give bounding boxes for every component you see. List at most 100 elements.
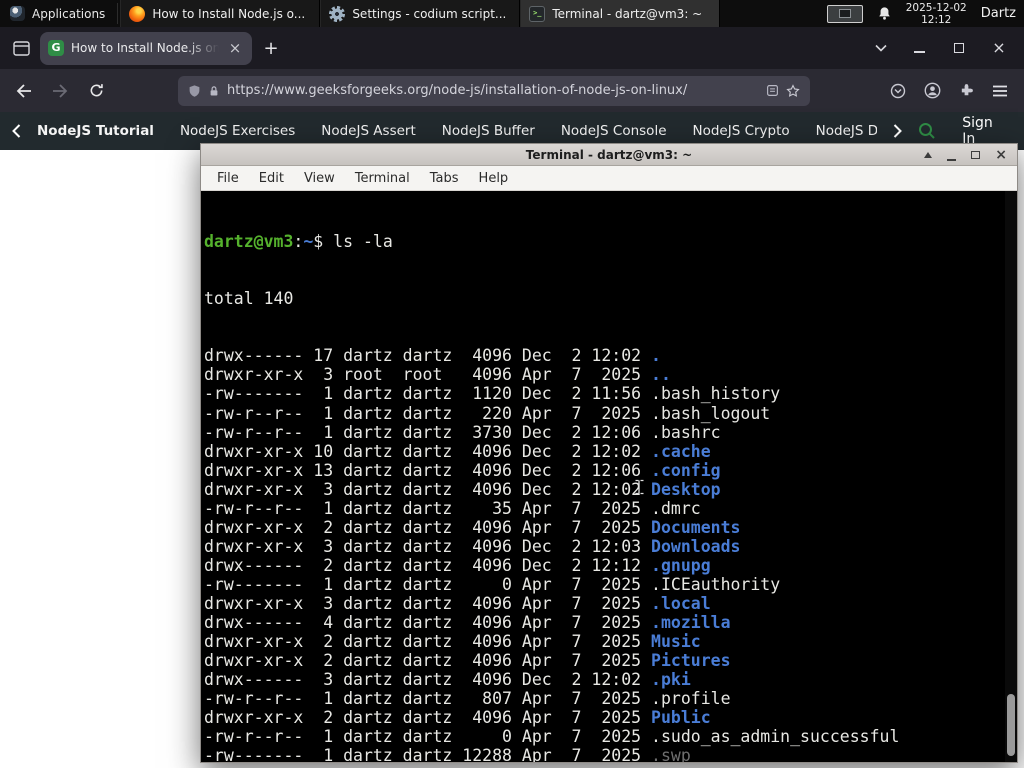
tab-title: How to Install Node.js on... xyxy=(71,41,219,55)
window-maximize-button[interactable] xyxy=(942,27,976,69)
menu-view[interactable]: View xyxy=(294,171,345,186)
terminal-maximize-icon[interactable] xyxy=(971,151,981,159)
listing-meta: drwxr-xr-x 2 dartz dartz 4096 Apr 7 2025 xyxy=(204,708,652,728)
terminal-listing-line: -rw-r--r-- 1 dartz dartz 220 Apr 7 2025 … xyxy=(204,404,1017,423)
listing-name: Pictures xyxy=(651,651,731,671)
reader-mode-icon[interactable] xyxy=(766,84,779,97)
menu-tabs[interactable]: Tabs xyxy=(420,171,469,186)
terminal-listing-line: drwx------ 17 dartz dartz 4096 Dec 2 12:… xyxy=(204,346,1017,365)
account-icon[interactable] xyxy=(918,77,946,105)
listing-name: .profile xyxy=(651,689,731,709)
site-nav-link[interactable]: NodeJS Tutorial xyxy=(37,123,154,139)
prompt-cwd: ~ xyxy=(303,232,314,252)
taskbar-button-label: How to Install Node.js o... xyxy=(152,6,306,21)
terminal-listing-line: drwx------ 4 dartz dartz 4096 Apr 7 2025… xyxy=(204,613,1017,632)
clock[interactable]: 2025-12-02 12:12 xyxy=(906,2,967,26)
geeksforgeeks-favicon: G xyxy=(48,40,64,56)
nav-chevron-right-icon[interactable] xyxy=(893,124,903,138)
terminal-scrollbar[interactable] xyxy=(1005,191,1017,762)
site-nav-link[interactable]: NodeJS Assert xyxy=(321,123,416,139)
listing-name: .sudo_as_admin_successful xyxy=(651,727,900,747)
site-nav-link[interactable]: NodeJS Crypto xyxy=(693,123,790,139)
listing-meta: drwx------ 2 dartz dartz 4096 Dec 2 12:1… xyxy=(204,555,652,575)
terminal-listing-line: drwxr-xr-x 2 dartz dartz 4096 Apr 7 2025… xyxy=(204,632,1017,651)
terminal-listing-line: -rw------- 1 dartz dartz 12288 Apr 7 202… xyxy=(204,746,1017,762)
listing-name: .. xyxy=(651,365,671,385)
firefox-view-icon[interactable] xyxy=(8,35,34,61)
listing-name: .bash_history xyxy=(651,384,781,404)
prompt-command: ls -la xyxy=(333,232,393,252)
terminal-listing-line: drwxr-xr-x 3 dartz dartz 4096 Dec 2 12:0… xyxy=(204,480,1017,499)
bookmark-star-icon[interactable] xyxy=(786,83,800,98)
prompt-userhost: dartz@vm3 xyxy=(204,232,294,252)
applications-label: Applications xyxy=(32,6,106,21)
window-close-button[interactable]: × xyxy=(982,27,1016,69)
listing-name: .bashrc xyxy=(651,422,721,442)
terminal-title: Terminal - dartz@vm3: ~ xyxy=(525,148,693,162)
window-minimize-button[interactable] xyxy=(902,27,936,69)
site-nav-link[interactable]: NodeJS Exercises xyxy=(180,123,295,139)
terminal-minimize-icon[interactable] xyxy=(947,159,957,161)
listing-meta: drwx------ 4 dartz dartz 4096 Apr 7 2025 xyxy=(204,613,652,633)
reload-button[interactable] xyxy=(82,77,110,105)
workspace-switcher[interactable] xyxy=(826,4,863,23)
listing-meta: -rw------- 1 dartz dartz 0 Apr 7 2025 xyxy=(204,574,652,594)
tab-close-icon[interactable]: × xyxy=(226,39,244,57)
site-nav-items: NodeJS Tutorial NodeJS Exercises NodeJS As… xyxy=(37,123,877,139)
listing-meta: drwx------ 17 dartz dartz 4096 Dec 2 12:… xyxy=(204,346,652,366)
list-all-tabs-icon[interactable] xyxy=(866,44,896,52)
listing-name: .swp xyxy=(651,746,691,762)
site-nav-link[interactable]: NodeJS DNS xyxy=(816,123,878,139)
toolbar-right-icons xyxy=(884,77,1014,105)
terminal-listing-line: drwxr-xr-x 3 dartz dartz 4096 Apr 7 2025… xyxy=(204,594,1017,613)
terminal-icon: >_ xyxy=(529,5,546,22)
menu-file[interactable]: File xyxy=(207,171,249,186)
site-nav-link[interactable]: NodeJS Buffer xyxy=(442,123,535,139)
menu-help[interactable]: Help xyxy=(469,171,519,186)
new-tab-button[interactable]: + xyxy=(258,35,284,61)
menu-terminal[interactable]: Terminal xyxy=(345,171,420,186)
listing-meta: -rw------- 1 dartz dartz 12288 Apr 7 202… xyxy=(204,746,652,762)
listing-name: Desktop xyxy=(651,479,721,499)
lock-icon[interactable] xyxy=(208,84,220,98)
search-icon[interactable] xyxy=(918,122,936,140)
extensions-icon[interactable] xyxy=(952,77,980,105)
url-bar[interactable]: https://www.geeksforgeeks.org/node-js/in… xyxy=(178,75,810,106)
applications-menu-button[interactable]: Applications xyxy=(0,0,115,27)
browser-tab[interactable]: G How to Install Node.js on... × xyxy=(40,31,252,65)
listing-name: .ICEauthority xyxy=(651,574,781,594)
prompt-colon: : xyxy=(293,232,304,252)
terminal-scrollbar-thumb[interactable] xyxy=(1007,694,1015,756)
browser-toolbar: https://www.geeksforgeeks.org/node-js/in… xyxy=(0,69,1024,112)
shield-icon[interactable] xyxy=(188,84,201,98)
menu-edit[interactable]: Edit xyxy=(249,171,294,186)
taskbar-button[interactable]: Settings - codium script... xyxy=(320,0,521,27)
notification-bell-icon[interactable] xyxy=(877,6,892,21)
taskbar-button[interactable]: >_ Terminal - dartz@vm3: ~ xyxy=(520,0,721,27)
terminal-listing-line: -rw-r--r-- 1 dartz dartz 0 Apr 7 2025 .s… xyxy=(204,727,1017,746)
terminal-titlebar-buttons: × xyxy=(924,144,1007,166)
terminal-prompt-line: dartz@vm3:~$ ls -la xyxy=(204,232,1017,251)
listing-meta: drwxr-xr-x 3 root root 4096 Apr 7 2025 xyxy=(204,365,652,385)
terminal-listing-line: drwxr-xr-x 2 dartz dartz 4096 Apr 7 2025… xyxy=(204,708,1017,727)
terminal-close-icon[interactable]: × xyxy=(995,148,1007,162)
menu-icon[interactable] xyxy=(986,77,1014,105)
terminal-content[interactable]: dartz@vm3:~$ ls -la total 140 drwx------… xyxy=(201,191,1017,762)
prompt-dollar: $ xyxy=(313,232,324,252)
mouse-cursor xyxy=(635,479,644,495)
listing-name: .gnupg xyxy=(651,555,711,575)
pocket-icon[interactable] xyxy=(884,77,912,105)
terminal-listing-line: drwxr-xr-x 3 root root 4096 Apr 7 2025 .… xyxy=(204,365,1017,384)
nav-chevron-left-icon[interactable] xyxy=(12,124,21,138)
listing-meta: drwxr-xr-x 3 dartz dartz 4096 Dec 2 12:0… xyxy=(204,536,652,556)
listing-name: .bash_logout xyxy=(651,403,771,423)
terminal-titlebar[interactable]: Terminal - dartz@vm3: ~ × xyxy=(201,144,1017,166)
listing-meta: -rw-r--r-- 1 dartz dartz 3730 Dec 2 12:0… xyxy=(204,422,652,442)
taskbar-button[interactable]: How to Install Node.js o... xyxy=(120,0,321,27)
listing-name: .mozilla xyxy=(651,613,731,633)
listing-meta: drwxr-xr-x 2 dartz dartz 4096 Apr 7 2025 xyxy=(204,651,652,671)
back-button[interactable] xyxy=(10,77,38,105)
site-nav-link[interactable]: NodeJS Console xyxy=(561,123,667,139)
forward-button[interactable] xyxy=(46,77,74,105)
shade-window-icon[interactable] xyxy=(924,152,933,158)
